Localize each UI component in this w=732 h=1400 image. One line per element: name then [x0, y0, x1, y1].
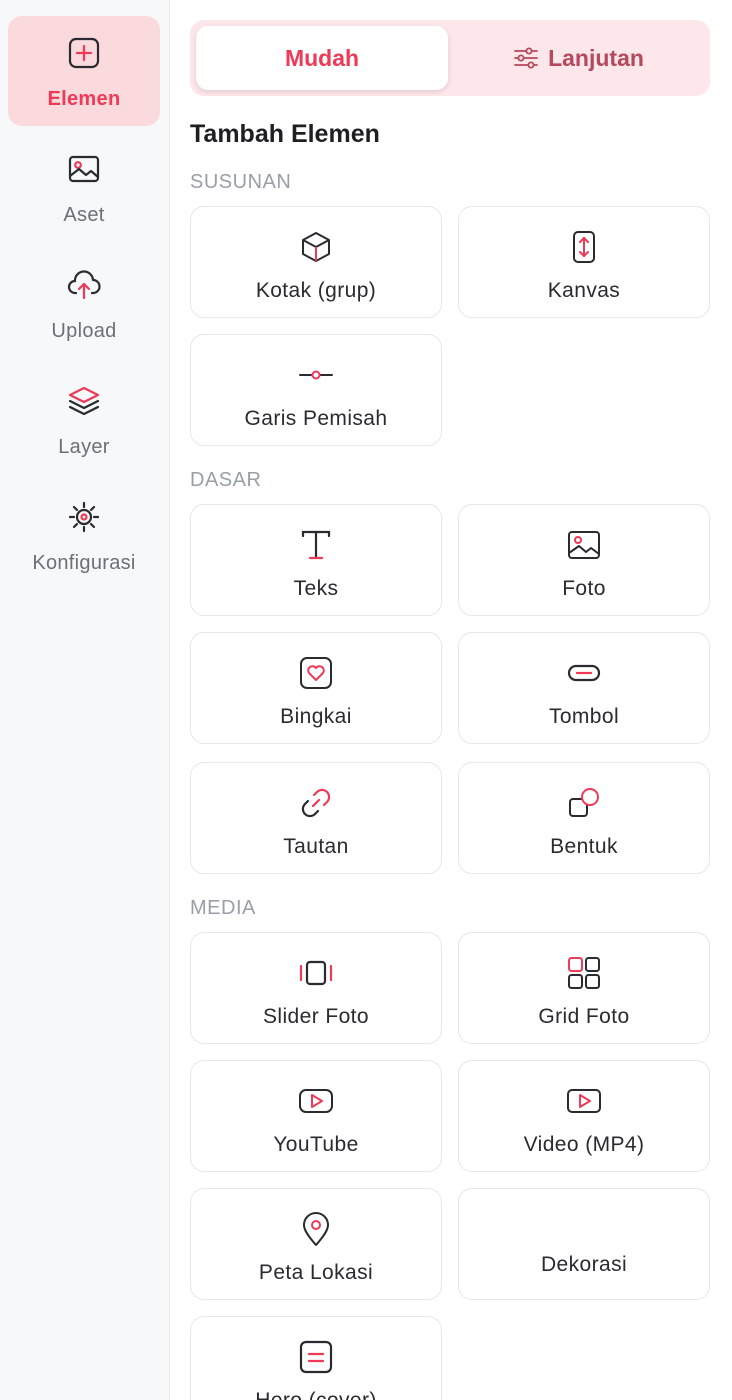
element-label: Foto — [562, 577, 606, 600]
divider-icon — [298, 357, 334, 393]
element-card-map[interactable]: Peta Lokasi — [190, 1188, 442, 1300]
element-card-video[interactable]: Video (MP4) — [458, 1060, 710, 1172]
element-label: Kanvas — [547, 279, 621, 302]
mode-tabs: Mudah Lanjutan — [190, 20, 710, 96]
slider-icon — [298, 955, 334, 991]
image-icon — [67, 152, 101, 186]
element-card-divider[interactable]: Garis Pemisah — [190, 334, 442, 446]
sidebar-item-elemen[interactable]: Elemen — [8, 16, 160, 126]
video-icon — [566, 1083, 602, 1119]
grid-icon — [566, 955, 602, 991]
element-label: Bentuk — [550, 835, 618, 858]
tab-advanced-label: Lanjutan — [548, 44, 644, 71]
tab-advanced[interactable]: Lanjutan — [452, 26, 704, 90]
element-label: Video (MP4) — [523, 1133, 645, 1156]
element-label: Slider Foto — [263, 1005, 369, 1028]
element-card-frame[interactable]: Bingkai — [190, 632, 442, 744]
sidebar-item-aset[interactable]: Aset — [8, 132, 160, 242]
section-label-dasar: DASAR — [190, 469, 262, 491]
section-label-susunan: SUSUNAN — [190, 171, 292, 193]
element-label: Hero (cover) — [191, 1389, 441, 1400]
sidebar-item-upload[interactable]: Upload — [8, 248, 160, 358]
element-label: Tombol — [548, 705, 620, 728]
sidebar-item-layer[interactable]: Layer — [8, 364, 160, 474]
sidebar-item-konfigurasi[interactable]: Konfigurasi — [8, 480, 160, 590]
sliders-icon — [512, 44, 548, 72]
youtube-icon — [298, 1083, 334, 1119]
shape-icon — [566, 785, 602, 821]
element-label: Garis Pemisah — [244, 407, 388, 430]
element-label: Bingkai — [280, 705, 352, 728]
element-card-photo[interactable]: Foto — [458, 504, 710, 616]
sidebar-item-label: Elemen — [47, 88, 121, 110]
canvas-icon — [566, 229, 602, 265]
element-label: Peta Lokasi — [258, 1261, 374, 1284]
element-card-text[interactable]: Teks — [190, 504, 442, 616]
element-card-button[interactable]: Tombol — [458, 632, 710, 744]
layers-icon — [67, 384, 101, 418]
element-card-hero[interactable]: Hero (cover) — [190, 1316, 442, 1400]
section-label-media: MEDIA — [190, 897, 256, 919]
element-label: Dekorasi — [540, 1253, 628, 1276]
panel-title: Tambah Elemen — [190, 120, 380, 148]
sidebar-item-label: Upload — [51, 320, 117, 342]
sidebar-item-label: Konfigurasi — [32, 552, 136, 574]
map-pin-icon — [298, 1211, 334, 1247]
element-card-shape[interactable]: Bentuk — [458, 762, 710, 874]
hero-icon — [298, 1339, 334, 1375]
element-label: Teks — [293, 577, 339, 600]
text-icon — [298, 527, 334, 563]
element-card-link[interactable]: Tautan — [190, 762, 442, 874]
element-card-canvas[interactable]: Kanvas — [458, 206, 710, 318]
element-card-grid[interactable]: Grid Foto — [458, 932, 710, 1044]
box-icon — [298, 229, 334, 265]
sidebar-item-label: Layer — [58, 436, 110, 458]
element-label: Kotak (grup) — [255, 279, 377, 302]
element-label: YouTube — [273, 1133, 359, 1156]
link-icon — [298, 785, 334, 821]
element-card-youtube[interactable]: YouTube — [190, 1060, 442, 1172]
element-card-decoration[interactable]: Dekorasi — [458, 1188, 710, 1300]
element-label: Tautan — [283, 835, 349, 858]
element-card-slider[interactable]: Slider Foto — [190, 932, 442, 1044]
photo-icon — [566, 527, 602, 563]
sidebar: Elemen Aset Upload Layer Konfigurasi — [0, 0, 170, 1400]
plus-square-icon — [67, 36, 101, 70]
tab-easy[interactable]: Mudah — [196, 26, 448, 90]
button-icon — [566, 655, 602, 691]
sidebar-item-label: Aset — [63, 204, 105, 226]
gear-icon — [67, 500, 101, 534]
cloud-upload-icon — [67, 268, 101, 302]
element-card-box[interactable]: Kotak (grup) — [190, 206, 442, 318]
frame-icon — [298, 655, 334, 691]
elements-panel: Mudah Lanjutan Tambah Elemen SUSUNAN Kot… — [170, 0, 732, 1400]
element-label: Grid Foto — [538, 1005, 630, 1028]
